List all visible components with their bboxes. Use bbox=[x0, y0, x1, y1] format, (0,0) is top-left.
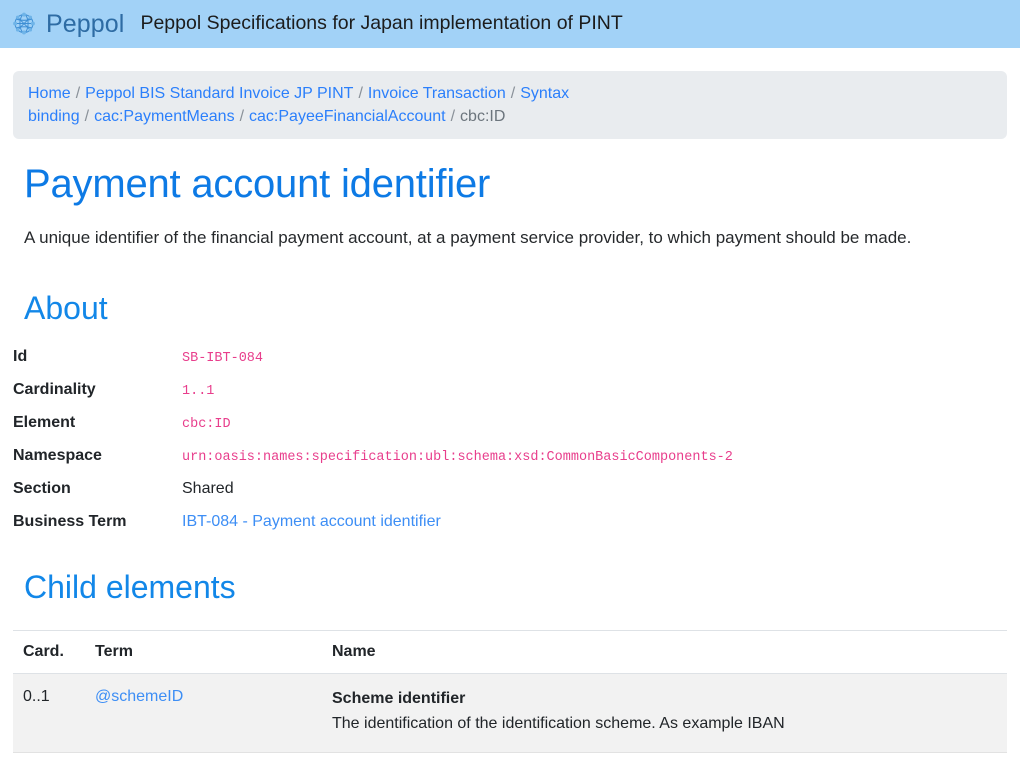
page-title: Payment account identifier bbox=[24, 162, 491, 207]
about-value: cbc:ID bbox=[182, 416, 231, 432]
about-value: Shared bbox=[182, 479, 234, 497]
breadcrumb-item-4[interactable]: cac:PaymentMeans bbox=[94, 108, 235, 125]
brand-home-link[interactable]: Peppol bbox=[9, 9, 124, 39]
breadcrumb-separator: / bbox=[450, 108, 456, 126]
breadcrumb-separator: / bbox=[358, 85, 363, 102]
about-row: Business Term IBT-084 - Payment account i… bbox=[13, 513, 1007, 531]
breadcrumb-item-5[interactable]: cac:PayeeFinancialAccount bbox=[249, 108, 446, 125]
child-name-description: The identification of the identification… bbox=[332, 715, 785, 733]
column-header-card: Card. bbox=[13, 630, 85, 675]
brand-name: Peppol bbox=[46, 9, 125, 38]
breadcrumb-item-0[interactable]: Home bbox=[28, 85, 71, 102]
breadcrumb-separator: / bbox=[510, 85, 516, 102]
about-label: Cardinality bbox=[13, 380, 96, 398]
table-row: 0..1 @schemeID Scheme identifier The identi… bbox=[13, 673, 1007, 753]
cell-term[interactable]: @schemeID bbox=[85, 673, 322, 753]
page-description: A unique identifier of the financial pay… bbox=[24, 228, 912, 248]
cell-cardinality: 0..1 bbox=[13, 673, 85, 753]
child-term-link[interactable]: @schemeID bbox=[95, 688, 183, 705]
child-elements-table-body: 0..1 @schemeID Scheme identifier The identi… bbox=[13, 673, 1007, 753]
breadcrumb-item-1[interactable]: Peppol BIS Standard Invoice JP PINT bbox=[85, 85, 353, 102]
breadcrumb: Home / Peppol BIS Standard Invoice JP PINT… bbox=[13, 71, 1007, 140]
column-header-name: Name bbox=[322, 630, 1007, 675]
peppol-globe-logo-icon bbox=[9, 9, 39, 39]
child-elements-table-head: Card. Term Name bbox=[13, 630, 1007, 675]
about-label: Element bbox=[13, 413, 76, 431]
child-elements-section-heading: Child elements bbox=[24, 568, 236, 605]
about-value[interactable]: IBT-084 - Payment account identifier bbox=[182, 513, 441, 531]
about-row: Element cbc:ID bbox=[13, 414, 1007, 432]
site-header: Peppol Peppol Specifications for Japan i… bbox=[0, 0, 1020, 48]
about-definition-list: Id SB-IBT-084 Cardinality 1..1 Element cbc:ID… bbox=[13, 348, 1007, 531]
page-container: Home / Peppol BIS Standard Invoice JP PINT… bbox=[0, 71, 1020, 753]
about-row: Cardinality 1..1 bbox=[13, 381, 1007, 399]
child-name-title: Scheme identifier bbox=[332, 690, 466, 708]
cell-name: Scheme identifier The identification of t… bbox=[322, 673, 1007, 753]
column-header-term: Term bbox=[85, 630, 322, 675]
about-section-heading: About bbox=[24, 289, 108, 326]
breadcrumb-item-6: cbc:ID bbox=[460, 108, 506, 126]
about-row: Id SB-IBT-084 bbox=[13, 348, 1007, 366]
about-value: urn:oasis:names:specification:ubl:schema… bbox=[182, 449, 733, 465]
table-header-row: Card. Term Name bbox=[13, 630, 1007, 675]
about-label: Id bbox=[13, 347, 28, 365]
about-value: 1..1 bbox=[182, 383, 215, 399]
child-elements-table: Card. Term Name 0..1 @schemeID Scheme iden… bbox=[13, 630, 1007, 753]
about-label: Section bbox=[13, 479, 71, 497]
breadcrumb-separator: / bbox=[239, 108, 245, 126]
business-term-link[interactable]: IBT-084 - Payment account identifier bbox=[182, 513, 441, 530]
breadcrumb-separator: / bbox=[84, 108, 90, 126]
about-row: Section Shared bbox=[13, 480, 1007, 498]
about-label: Namespace bbox=[13, 446, 102, 464]
about-row: Namespace urn:oasis:names:specification:u… bbox=[13, 447, 1007, 465]
about-value: SB-IBT-084 bbox=[182, 350, 264, 366]
site-title: Peppol Specifications for Japan implemen… bbox=[140, 12, 623, 35]
breadcrumb-separator: / bbox=[75, 85, 81, 102]
about-label: Business Term bbox=[13, 512, 127, 530]
breadcrumb-item-2[interactable]: Invoice Transaction bbox=[368, 85, 506, 102]
